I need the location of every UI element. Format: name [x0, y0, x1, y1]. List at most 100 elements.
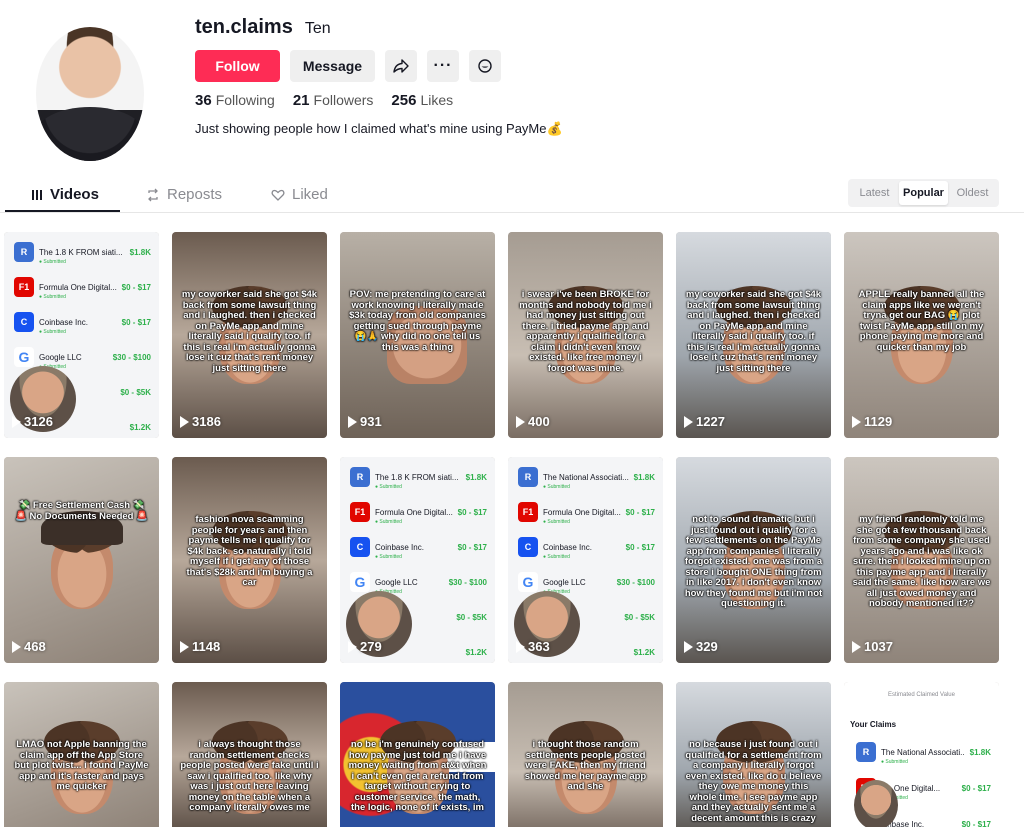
claim-company-name: Google LLC: [375, 577, 418, 587]
claim-status: ● Submitted: [543, 554, 570, 560]
followers-stat[interactable]: 21 Followers: [293, 92, 374, 109]
message-button[interactable]: Message: [290, 50, 375, 82]
company-logo-icon: R: [350, 467, 370, 487]
video-caption-overlay: no be i'm genuinely confused how payme j…: [348, 739, 487, 813]
claim-company-name: Google LLC: [543, 577, 586, 587]
share-icon: [393, 59, 409, 73]
sort-latest[interactable]: Latest: [850, 181, 899, 205]
view-count-value: 279: [360, 639, 382, 654]
claim-status: ● Submitted: [543, 519, 570, 525]
share-button[interactable]: [385, 50, 417, 82]
tab-liked-label: Liked: [292, 186, 328, 203]
play-icon: [852, 640, 861, 653]
claim-amount: $30 - $100: [112, 352, 151, 362]
claim-row: G Google LLC $30 - $100: [14, 345, 151, 369]
view-count-value: 468: [24, 639, 46, 654]
claim-row: F1 Formula One Digital... $0 - $17: [14, 275, 151, 299]
claim-company-name: The National Associati...: [881, 747, 965, 757]
claim-amount: $0 - $5K: [456, 612, 487, 622]
claim-status: ● Submitted: [39, 329, 66, 335]
video-caption-overlay: not to sound dramatic but i just found o…: [684, 514, 823, 609]
claim-row: C Coinbase Inc. $0 - $17: [518, 535, 655, 559]
view-count: 279: [348, 639, 382, 654]
company-logo-icon: F1: [518, 502, 538, 522]
video-caption-overlay: i swear i've been BROKE for months and n…: [519, 289, 652, 374]
repost-icon: [148, 188, 158, 201]
block-report-button[interactable]: [469, 50, 501, 82]
company-logo-icon: C: [14, 312, 34, 332]
company-logo-icon: C: [518, 537, 538, 557]
claim-amount: $0 - $5K: [624, 612, 655, 622]
tab-videos[interactable]: Videos: [31, 186, 99, 203]
claim-company-name: The 1.8 K FROM siati...: [39, 247, 123, 257]
video-thumbnail[interactable]: R The National Associati... $1.8K ● Submitt…: [508, 457, 663, 663]
tab-liked[interactable]: Liked: [271, 186, 328, 203]
likes-count: 256: [391, 92, 417, 109]
video-thumbnail[interactable]: i always thought those random settlement…: [172, 682, 327, 827]
tab-reposts[interactable]: Reposts: [146, 186, 222, 203]
likes-stat: 256 Likes: [391, 92, 453, 109]
view-count-value: 400: [528, 414, 550, 429]
video-thumbnail[interactable]: R The 1.8 K FROM siati... $1.8K ● Submitted…: [4, 232, 159, 438]
active-tab-indicator: [5, 210, 120, 212]
view-count: 3126: [12, 414, 53, 429]
creator-face-overlay: [854, 780, 898, 827]
profile-avatar[interactable]: [36, 27, 144, 161]
sort-oldest[interactable]: Oldest: [948, 181, 997, 205]
video-thumbnail[interactable]: Estimated Claimed Value Your Claims R The N…: [844, 682, 999, 827]
video-caption-overlay: i always thought those random settlement…: [180, 739, 319, 813]
follow-button[interactable]: Follow: [195, 50, 280, 82]
company-logo-icon: G: [518, 572, 538, 592]
video-thumbnail[interactable]: my coworker said she got $4k back from s…: [676, 232, 831, 438]
video-thumbnail[interactable]: no be i'm genuinely confused how payme j…: [340, 682, 495, 827]
claim-amount: $0 - $17: [457, 507, 487, 517]
more-icon: ···: [433, 57, 453, 74]
claim-amount: $1.2K: [633, 647, 655, 657]
video-thumbnail[interactable]: not to sound dramatic but i just found o…: [676, 457, 831, 663]
claim-amount: $1.8K: [465, 472, 487, 482]
profile-name-row: ten.claims Ten: [195, 16, 331, 39]
claim-amount: $0 - $17: [625, 507, 655, 517]
video-thumbnail[interactable]: LMAO not Apple banning the claim app off…: [4, 682, 159, 827]
video-caption-overlay: LMAO not Apple banning the claim app off…: [14, 739, 149, 792]
claim-amount: $1.2K: [129, 422, 151, 432]
claim-company-name: Coinbase Inc.: [375, 542, 424, 552]
claim-status: ● Submitted: [39, 259, 66, 265]
video-thumbnail[interactable]: my coworker said she got $4k back from s…: [172, 232, 327, 438]
claim-amount: $0 - $17: [625, 542, 655, 552]
video-thumbnail[interactable]: i swear i've been BROKE for months and n…: [508, 232, 663, 438]
video-thumbnail[interactable]: 💸 Free Settlement Cash 💸 🚨 No Documents …: [4, 457, 159, 663]
view-count: 400: [516, 414, 550, 429]
play-icon: [180, 415, 189, 428]
play-icon: [684, 640, 693, 653]
claim-row: F1 Formula One Digital... $0 - $17: [518, 500, 655, 524]
video-thumbnail[interactable]: POV: me pretending to care at work knowi…: [340, 232, 495, 438]
following-stat[interactable]: 36 Following: [195, 92, 275, 109]
video-thumbnail[interactable]: no because i just found out i qualified …: [676, 682, 831, 827]
following-label: Following: [215, 92, 275, 108]
video-thumbnail[interactable]: fashion nova scamming people for years a…: [172, 457, 327, 663]
claim-amount: $0 - $17: [961, 819, 991, 827]
view-count-value: 931: [360, 414, 382, 429]
company-logo-icon: R: [518, 467, 538, 487]
view-count-value: 3126: [24, 414, 53, 429]
claim-row: G Google LLC $30 - $100: [518, 570, 655, 594]
video-thumbnail[interactable]: i thought those random settlements peopl…: [508, 682, 663, 827]
play-icon: [12, 640, 21, 653]
video-thumbnail[interactable]: R The 1.8 K FROM siati... $1.8K ● Submitted…: [340, 457, 495, 663]
claim-amount: $0 - $17: [121, 282, 151, 292]
claim-amount: $0 - $17: [121, 317, 151, 327]
video-thumbnail[interactable]: my friend randomly told me she got a few…: [844, 457, 999, 663]
view-count: 468: [12, 639, 46, 654]
more-options-button[interactable]: ···: [427, 50, 459, 82]
claim-status: ● Submitted: [375, 554, 402, 560]
video-caption-overlay: my coworker said she got $4k back from s…: [181, 289, 318, 374]
claim-amount: $1.8K: [633, 472, 655, 482]
claim-status: ● Submitted: [881, 759, 908, 765]
claim-status: ● Submitted: [375, 519, 402, 525]
sort-popular[interactable]: Popular: [899, 181, 948, 205]
view-count: 1148: [180, 639, 220, 654]
claim-company-name: The 1.8 K FROM siati...: [375, 472, 459, 482]
video-thumbnail[interactable]: APPLE really banned all the claim apps l…: [844, 232, 999, 438]
likes-label: Likes: [420, 92, 454, 108]
